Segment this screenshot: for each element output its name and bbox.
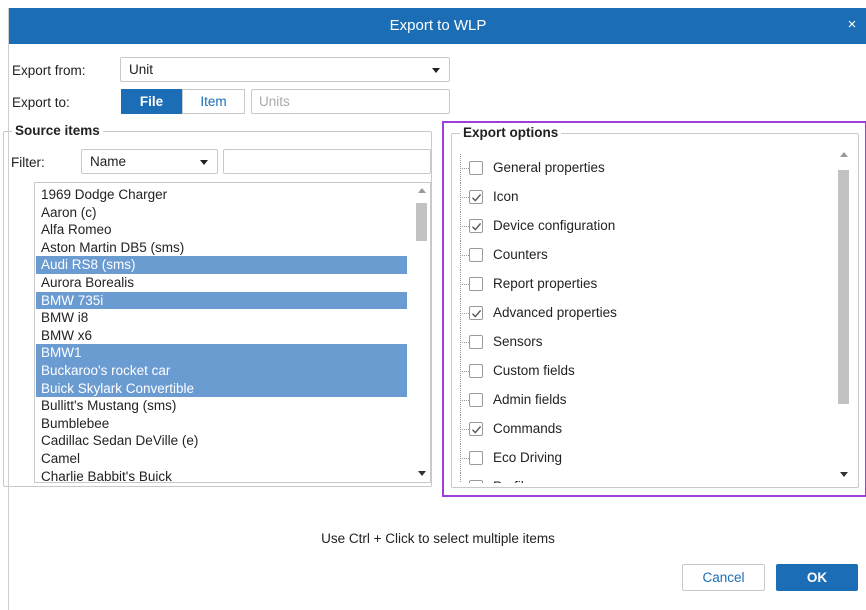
export-option-row[interactable]: Advanced properties [456,299,816,328]
export-option-label: Device configuration [493,218,616,233]
tree-connector [460,255,469,256]
export-option-checkbox[interactable] [469,364,483,378]
export-option-row[interactable]: Custom fields [456,357,816,386]
export-option-row[interactable]: Report properties [456,270,816,299]
source-list-scrollbar[interactable] [413,183,430,482]
export-option-label: General properties [493,160,605,175]
source-list-item[interactable]: Alfa Romeo [36,221,407,239]
export-option-checkbox[interactable] [469,422,483,436]
source-list-item[interactable]: Bullitt's Mustang (sms) [36,397,407,415]
filter-select[interactable]: Name [81,149,218,174]
units-placeholder: Units [259,94,290,109]
tree-connector [460,400,469,401]
export-option-label: Report properties [493,276,598,291]
multi-select-hint: Use Ctrl + Click to select multiple item… [321,531,555,546]
export-option-label: Commands [493,421,563,436]
export-option-checkbox[interactable] [469,219,483,233]
source-list-item[interactable]: 1969 Dodge Charger [36,186,407,204]
source-items-list[interactable]: 1969 Dodge Charger Aaron (c) Alfa Romeo Ast… [34,182,431,483]
tree-connector [460,197,469,198]
export-from-select[interactable]: Unit [120,57,450,82]
export-option-checkbox[interactable] [469,306,483,320]
export-option-label: Admin fields [493,392,567,407]
source-list-item[interactable]: Bumblebee [36,415,407,433]
export-to-item-button[interactable]: Item [182,89,245,114]
export-dialog: Export to WLP × Export from: Unit Export… [3,8,866,610]
source-list-item[interactable]: Audi RS8 (sms) [36,256,407,274]
export-to-file-button[interactable]: File [121,89,182,114]
export-option-checkbox[interactable] [469,161,483,175]
tree-connector [460,458,469,459]
export-option-checkbox[interactable] [469,248,483,262]
tree-connector [460,429,469,430]
close-icon[interactable]: × [845,17,859,32]
scroll-up-icon[interactable] [840,152,848,157]
export-options-legend: Export options [460,125,562,140]
export-option-row[interactable]: Admin fields [456,386,816,415]
source-list-item[interactable]: BMW i8 [36,309,407,327]
export-option-label: Sensors [493,334,543,349]
export-option-row[interactable]: Eco Driving [456,444,816,473]
source-list-item[interactable]: Charlie Babbit's Buick [36,468,407,482]
export-from-value: Unit [129,62,154,77]
source-list-item[interactable]: Buckaroo's rocket car [36,362,407,380]
export-option-checkbox[interactable] [469,190,483,204]
chevron-down-icon [432,68,440,73]
scroll-thumb[interactable] [416,203,427,241]
tree-connector [460,226,469,227]
scroll-down-icon[interactable] [418,471,426,476]
source-list-item[interactable]: Cadillac Sedan DeVille (e) [36,432,407,450]
export-option-label: Profile [493,479,531,483]
export-option-row[interactable]: Profile [456,473,816,483]
export-option-row[interactable]: Icon [456,183,816,212]
export-option-checkbox[interactable] [469,335,483,349]
filter-input[interactable] [223,149,431,174]
source-list-item[interactable]: Aston Martin DB5 (sms) [36,239,407,257]
tree-connector [460,168,469,169]
source-list-item[interactable]: Buick Skylark Convertible [36,379,407,398]
export-option-label: Advanced properties [493,305,617,320]
export-option-row[interactable]: General properties [456,154,816,183]
source-list-item[interactable]: Aurora Borealis [36,274,407,292]
title-bar: Export to WLP × [9,8,866,44]
export-option-checkbox[interactable] [469,451,483,465]
scroll-down-icon[interactable] [840,472,848,477]
export-option-checkbox[interactable] [469,393,483,407]
tree-connector [460,313,469,314]
dialog-title: Export to WLP [389,17,487,34]
options-list-scrollbar[interactable] [835,147,852,483]
tree-connector [460,473,461,483]
tree-connector [460,371,469,372]
source-list-item[interactable]: BMW 735i [36,291,407,310]
export-option-checkbox[interactable] [469,277,483,291]
tree-connector [460,284,469,285]
export-option-row[interactable]: Counters [456,241,816,270]
source-list-item[interactable]: Aaron (c) [36,204,407,222]
export-option-label: Eco Driving [493,450,563,465]
filter-label: Filter: [11,155,45,170]
tree-connector [460,342,469,343]
export-option-label: Counters [493,247,548,262]
source-items-legend: Source items [12,123,103,138]
source-list-item[interactable]: BMW x6 [36,327,407,345]
export-option-checkbox[interactable] [469,480,483,483]
scroll-thumb[interactable] [838,170,849,404]
source-list-item[interactable]: Camel [36,450,407,468]
scroll-up-icon[interactable] [418,188,426,193]
export-option-row[interactable]: Device configuration [456,212,816,241]
export-option-row[interactable]: Sensors [456,328,816,357]
ok-button[interactable]: OK [776,564,858,591]
export-from-label: Export from: [12,63,86,78]
export-option-label: Icon [493,189,519,204]
export-option-row[interactable]: Commands [456,415,816,444]
export-options-list[interactable]: General properties Icon Device configurati… [456,147,854,483]
cancel-button[interactable]: Cancel [682,564,765,591]
chevron-down-icon [200,160,208,165]
filter-value: Name [90,154,127,169]
units-input[interactable]: Units [251,89,450,114]
export-option-label: Custom fields [493,363,575,378]
export-to-label: Export to: [12,95,70,110]
source-list-item[interactable]: BMW1 [36,344,407,362]
